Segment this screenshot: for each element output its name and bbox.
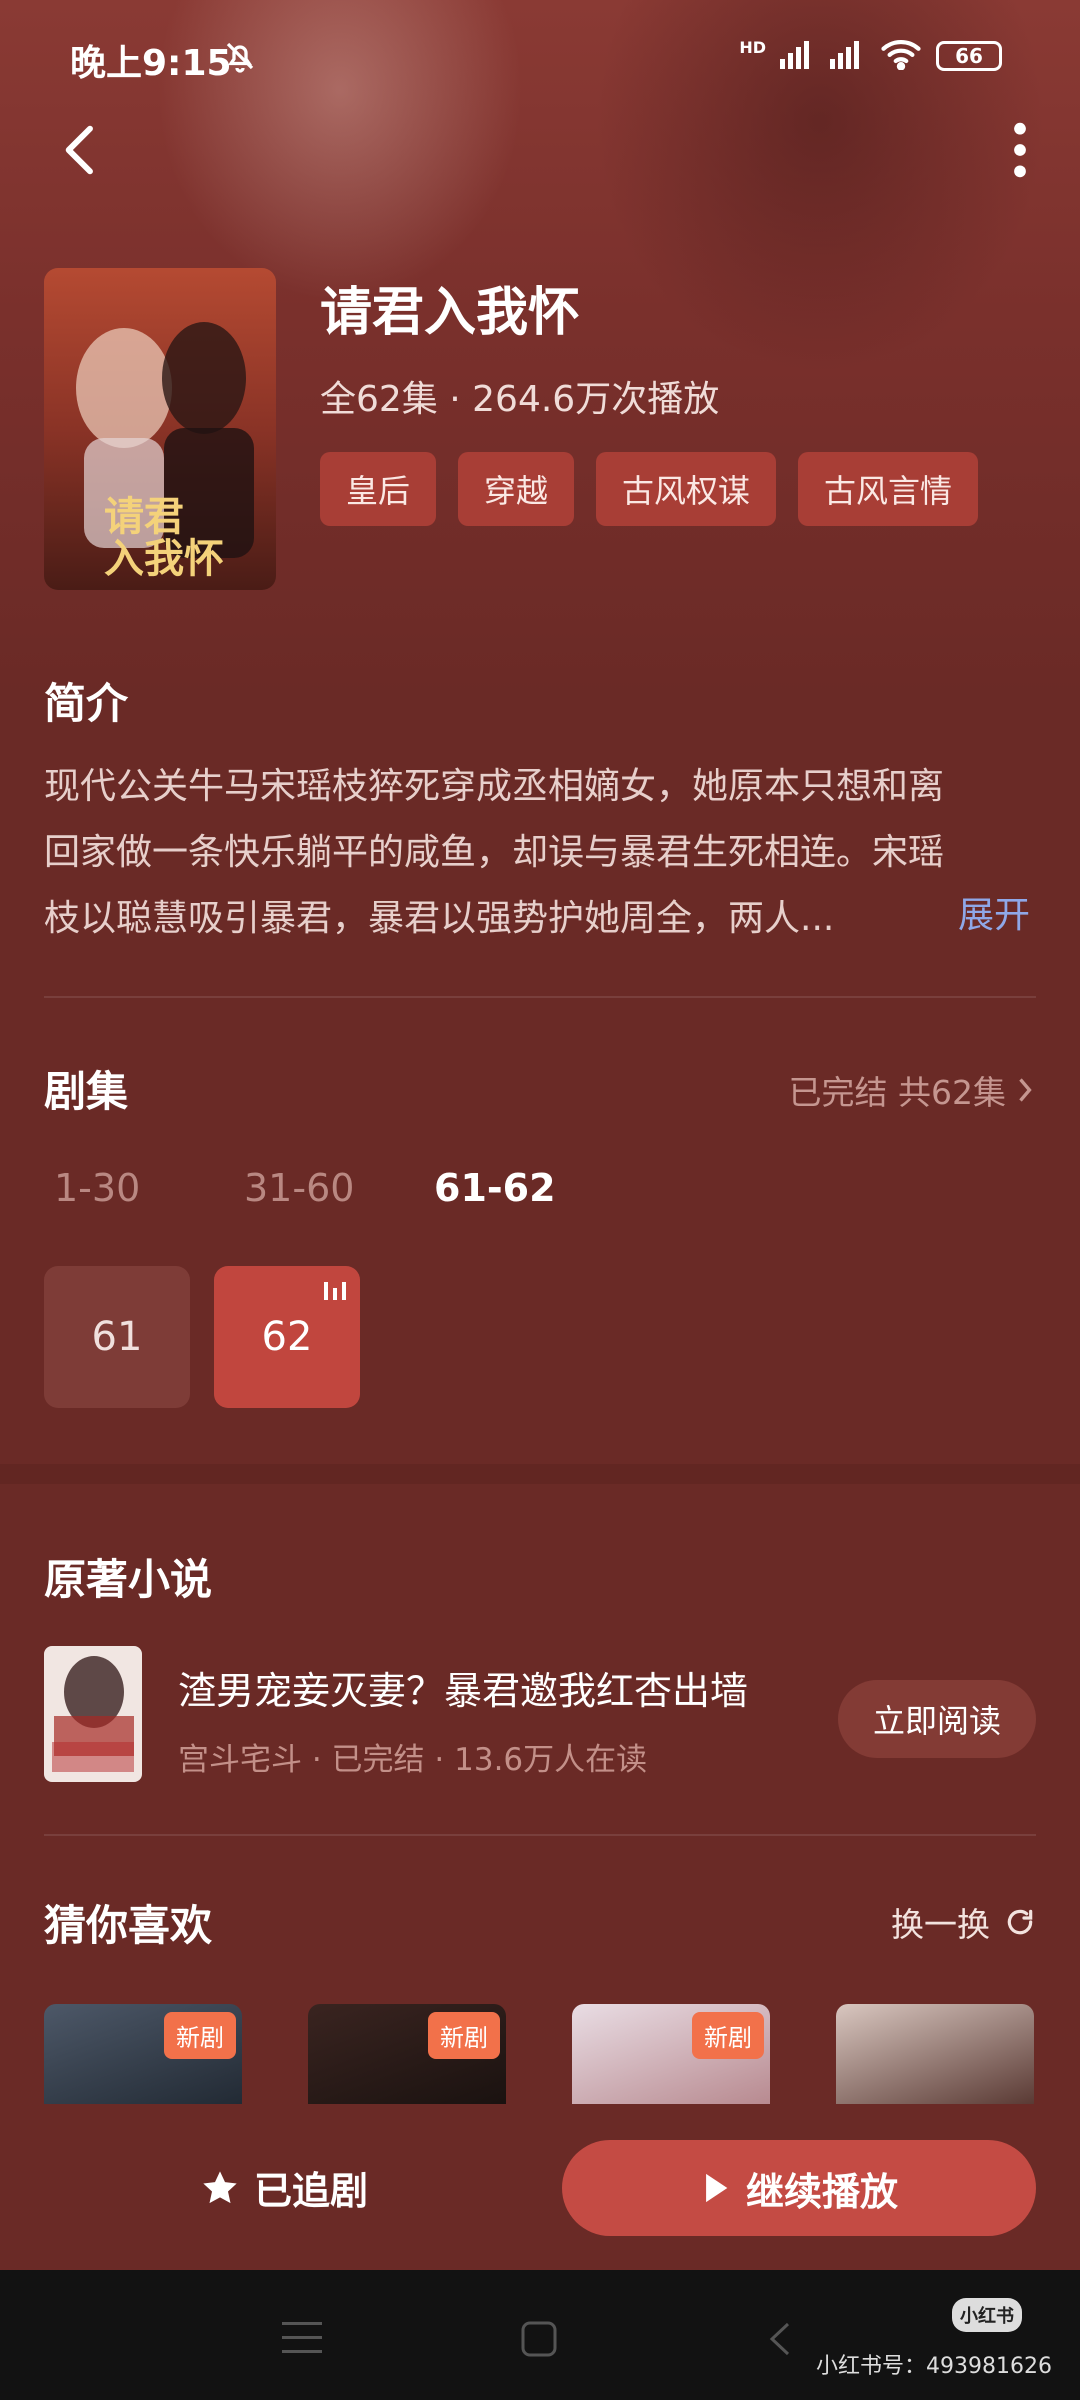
play-icon	[706, 2173, 728, 2203]
range-tab[interactable]: 1-30	[54, 1166, 244, 1210]
new-badge: 新剧	[692, 2012, 764, 2059]
divider	[44, 1834, 1036, 1836]
recommend-title: 猜你喜欢	[44, 1901, 213, 1950]
follow-button[interactable]: 已追剧	[200, 2160, 368, 2215]
signal-icon	[830, 39, 866, 73]
playing-icon	[324, 1282, 346, 1300]
tag-chip[interactable]: 古风言情	[798, 452, 979, 526]
novel-cover[interactable]	[44, 1646, 142, 1782]
read-now-button[interactable]: 立即阅读	[838, 1680, 1036, 1758]
back-nav-icon[interactable]	[764, 2320, 794, 2358]
episodes-status: 已完结 共62集	[788, 1073, 1006, 1112]
expand-link[interactable]: 展开	[958, 886, 1030, 938]
mute-icon	[222, 38, 258, 78]
tag-chip[interactable]: 古风权谋	[596, 452, 777, 526]
signal-icon	[780, 39, 816, 73]
watermark-id: 小红书号：493981626	[816, 2354, 1052, 2379]
recommend-card[interactable]	[836, 2004, 1034, 2104]
novel-title[interactable]: 渣男宠妾灭妻？暴君邀我红杏出墙	[178, 1660, 748, 1715]
refresh-icon	[1007, 1909, 1033, 1935]
hd-label: HD	[739, 38, 766, 57]
episode-button[interactable]: 61	[44, 1266, 190, 1408]
new-badge: 新剧	[428, 2012, 500, 2059]
section-separator	[0, 1464, 1080, 1484]
recommend-card[interactable]: 新剧	[44, 2004, 242, 2104]
episodes-title: 剧集	[44, 1067, 129, 1116]
tag-chip[interactable]: 皇后	[320, 452, 437, 526]
recommend-list: 新剧 新剧 新剧	[44, 2004, 1036, 2104]
play-label: 继续播放	[745, 2169, 898, 2214]
episodes-status-link[interactable]: 已完结 共62集	[789, 1066, 1036, 1114]
svg-text:请君: 请君	[104, 493, 184, 540]
new-badge: 新剧	[164, 2012, 236, 2059]
recommend-card[interactable]: 新剧	[308, 2004, 506, 2104]
back-icon	[65, 125, 93, 175]
menu-icon[interactable]	[282, 2320, 322, 2356]
svg-text:入我怀: 入我怀	[104, 535, 224, 582]
status-time: 晚上9:15	[70, 43, 232, 84]
watermark-logo: 小红书	[952, 2298, 1022, 2332]
back-button[interactable]	[50, 118, 114, 182]
intro-title: 简介	[44, 679, 129, 728]
divider	[44, 996, 1036, 998]
drama-poster[interactable]: 请君 入我怀	[44, 268, 276, 590]
chevron-right-icon	[1019, 1078, 1032, 1102]
drama-meta: 全62集 · 264.6万次播放	[320, 379, 720, 420]
episode-range-tabs: 1-30 31-60 61-62	[54, 1166, 624, 1210]
tag-chip[interactable]: 穿越	[458, 452, 575, 526]
novel-meta: 宫斗宅斗 · 已完结 · 13.6万人在读	[178, 1742, 648, 1778]
range-tab[interactable]: 31-60	[244, 1166, 434, 1210]
recommend-card[interactable]: 新剧	[572, 2004, 770, 2104]
status-icons: HD 66	[739, 38, 1002, 74]
episode-number: 61	[91, 1314, 143, 1360]
status-bar: 晚上9:15 HD 66	[0, 0, 1080, 120]
more-button[interactable]	[1000, 118, 1040, 182]
follow-label: 已追剧	[254, 2169, 369, 2213]
battery-icon: 66	[936, 41, 1002, 71]
refresh-label: 换一换	[891, 1905, 990, 1944]
novel-section-title: 原著小说	[44, 1555, 213, 1604]
intro-body: 现代公关牛马宋瑶枝猝死穿成丞相嫡女，她原本只想和离回家做一条快乐躺平的咸鱼，却误…	[44, 766, 944, 939]
drama-title: 请君入我怀	[320, 283, 581, 343]
range-tab-active[interactable]: 61-62	[434, 1166, 624, 1210]
star-icon	[203, 2170, 237, 2203]
intro-text: 现代公关牛马宋瑶枝猝死穿成丞相嫡女，她原本只想和离回家做一条快乐躺平的咸鱼，却误…	[44, 754, 1034, 952]
system-nav-bar	[0, 2270, 1080, 2400]
continue-play-button[interactable]: 继续播放	[562, 2140, 1036, 2236]
episode-button-playing[interactable]: 62	[214, 1266, 360, 1408]
wifi-icon	[880, 38, 922, 74]
home-icon[interactable]	[520, 2320, 558, 2358]
tag-list: 皇后 穿越 古风权谋 古风言情	[320, 452, 979, 526]
episode-number: 62	[261, 1314, 313, 1360]
more-icon	[1014, 122, 1026, 178]
refresh-button[interactable]: 换一换	[891, 1898, 1036, 1946]
